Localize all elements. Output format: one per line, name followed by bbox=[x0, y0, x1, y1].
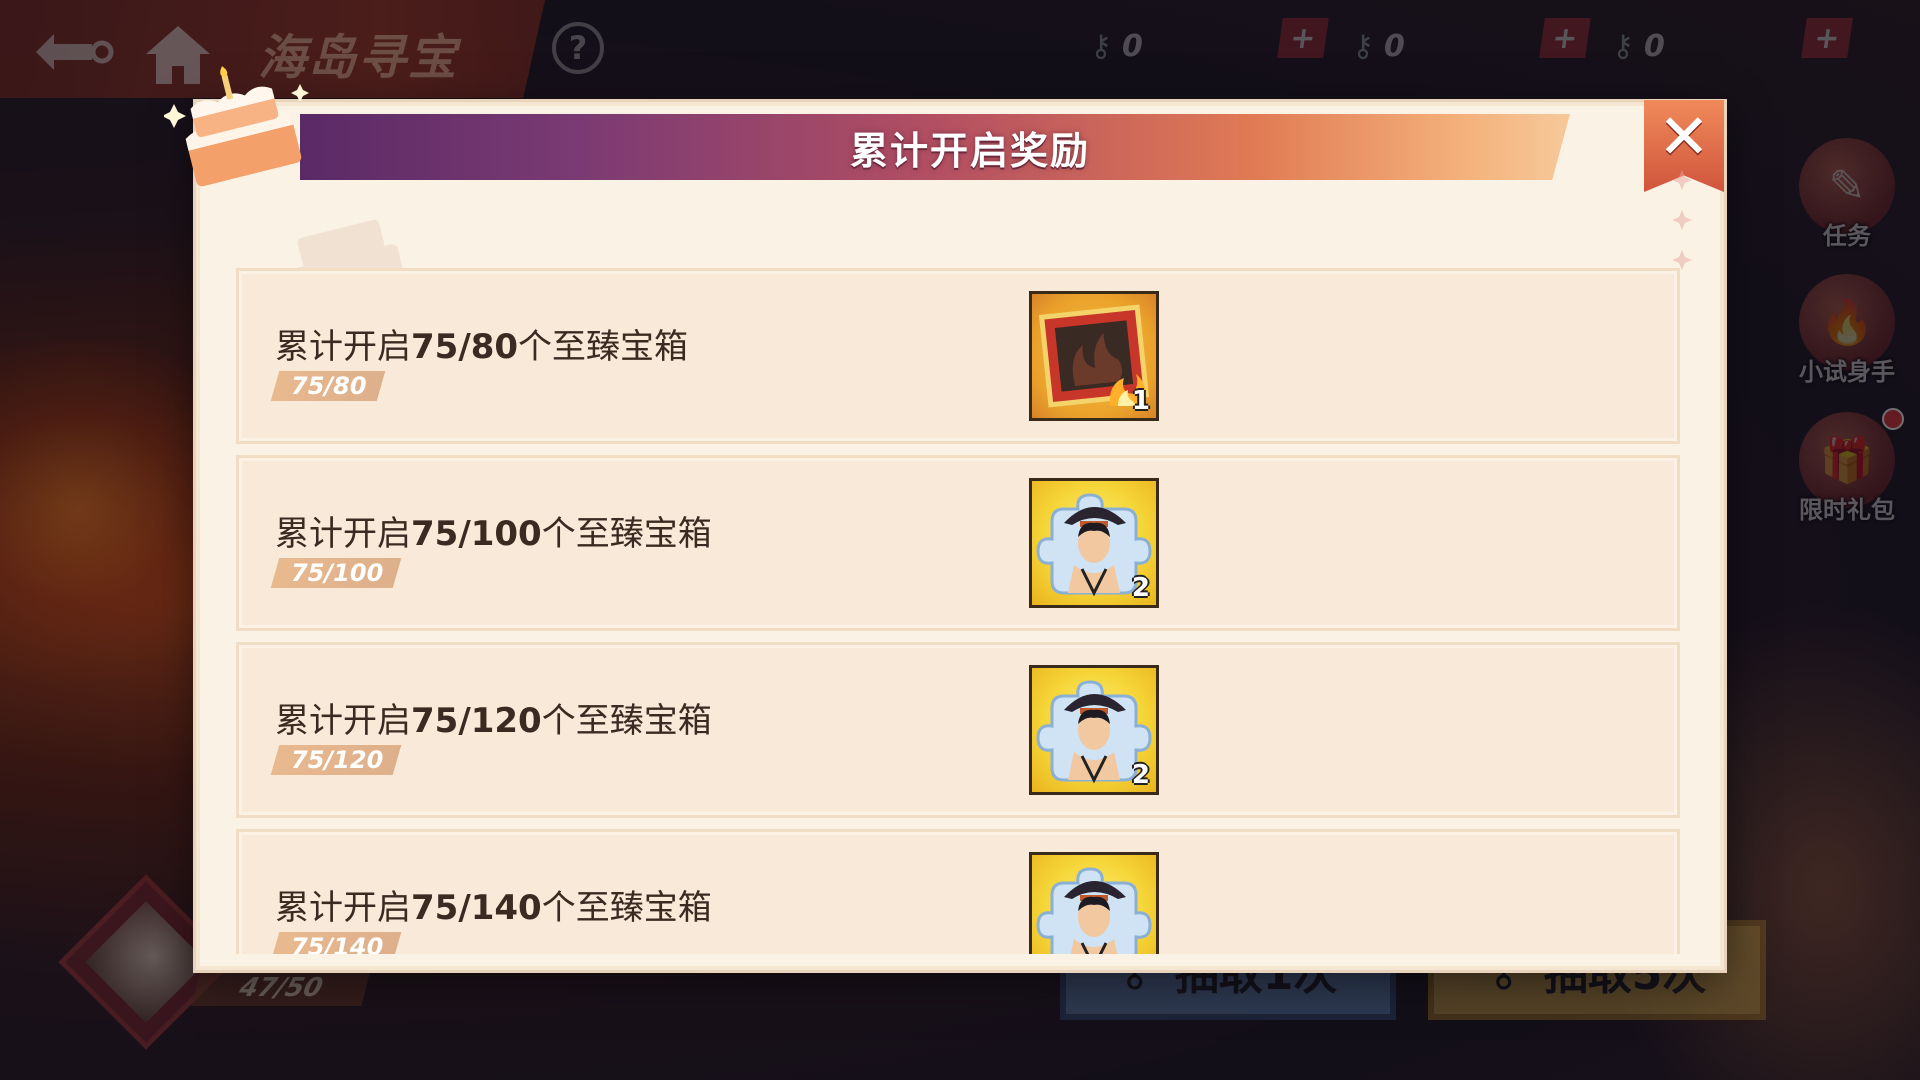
reward-row: 累计开启75/100个至臻宝箱 75/100 2 bbox=[236, 455, 1680, 631]
progress-tag: 75/80 bbox=[270, 371, 385, 401]
progress-text: 75/100 bbox=[291, 559, 384, 587]
reward-description: 累计开启75/80个至臻宝箱 bbox=[275, 319, 688, 368]
close-icon: ✕ bbox=[1658, 100, 1710, 173]
cumulative-reward-dialog: 累计开启奖励 ✕ 累计开启75/80个至臻宝箱 75/80 1 累计开启75/1… bbox=[164, 66, 1724, 970]
reward-suffix: 个至臻宝箱 bbox=[541, 514, 712, 554]
reward-suffix: 个至臻宝箱 bbox=[541, 701, 712, 741]
reward-item[interactable] bbox=[1029, 852, 1159, 954]
progress-tag: 75/140 bbox=[270, 932, 402, 954]
puzzle-piece-icon bbox=[1036, 867, 1152, 954]
reward-prefix: 累计开启 bbox=[275, 327, 411, 367]
reward-prefix: 累计开启 bbox=[275, 701, 411, 741]
reward-count: 75/80 bbox=[411, 327, 519, 367]
reward-suffix: 个至臻宝箱 bbox=[518, 327, 689, 367]
cake-icon bbox=[164, 66, 309, 187]
progress-text: 75/140 bbox=[291, 933, 384, 954]
reward-list[interactable]: 累计开启75/80个至臻宝箱 75/80 1 累计开启75/100个至臻宝箱 7… bbox=[236, 268, 1680, 954]
item-count: 2 bbox=[1131, 573, 1150, 603]
item-count: 1 bbox=[1131, 386, 1150, 416]
progress-tag: 75/100 bbox=[270, 558, 402, 588]
reward-prefix: 累计开启 bbox=[275, 888, 411, 928]
reward-count: 75/120 bbox=[411, 701, 542, 741]
reward-item[interactable]: 2 bbox=[1029, 665, 1159, 795]
reward-prefix: 累计开启 bbox=[275, 514, 411, 554]
progress-text: 75/120 bbox=[291, 746, 384, 774]
reward-item[interactable]: 2 bbox=[1029, 478, 1159, 608]
reward-row: 累计开启75/80个至臻宝箱 75/80 1 bbox=[236, 268, 1680, 444]
reward-description: 累计开启75/140个至臻宝箱 bbox=[275, 880, 712, 929]
dialog-title: 累计开启奖励 bbox=[849, 128, 1090, 173]
reward-item[interactable]: 1 bbox=[1029, 291, 1159, 421]
item-count: 2 bbox=[1131, 760, 1150, 790]
reward-row: 累计开启75/120个至臻宝箱 75/120 2 bbox=[236, 642, 1680, 818]
reward-description: 累计开启75/100个至臻宝箱 bbox=[275, 506, 712, 555]
reward-count: 75/100 bbox=[411, 514, 542, 554]
reward-row: 累计开启75/140个至臻宝箱 75/140 bbox=[236, 829, 1680, 954]
reward-description: 累计开启75/120个至臻宝箱 bbox=[275, 693, 712, 742]
progress-tag: 75/120 bbox=[270, 745, 402, 775]
reward-suffix: 个至臻宝箱 bbox=[541, 888, 712, 928]
reward-count: 75/140 bbox=[411, 888, 542, 928]
progress-text: 75/80 bbox=[291, 372, 367, 400]
